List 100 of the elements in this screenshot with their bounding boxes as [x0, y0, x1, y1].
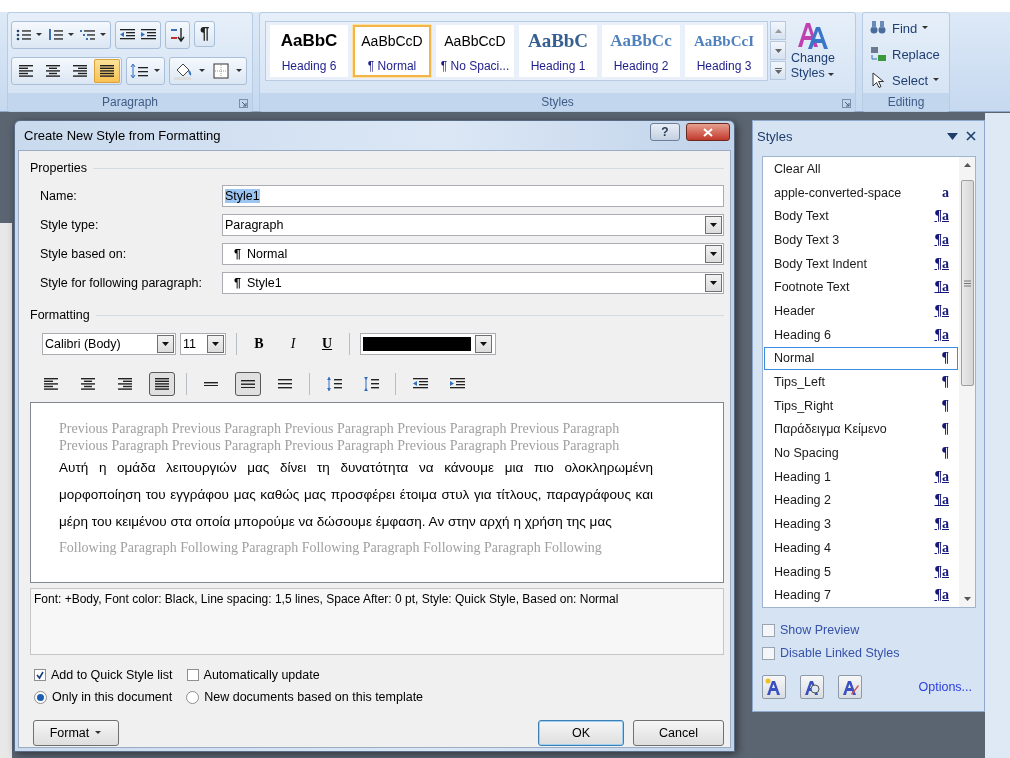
- style-list-item[interactable]: Normal ¶: [764, 346, 958, 371]
- gallery-more-button[interactable]: [770, 61, 786, 80]
- group-label: Paragraph: [101, 95, 158, 109]
- style-type-dropdown[interactable]: Paragraph: [222, 214, 724, 236]
- select-button[interactable]: Select: [869, 69, 941, 91]
- style-list-item[interactable]: Παράδειγμα Κείμενο ¶: [764, 417, 958, 442]
- more-icon: [774, 67, 782, 74]
- paint-bucket-icon[interactable]: [173, 62, 193, 80]
- checkbox[interactable]: Show Preview: [762, 620, 976, 640]
- italic-button[interactable]: I: [281, 333, 305, 355]
- dropdown-icon[interactable]: [947, 132, 958, 140]
- down-arrow-icon: [774, 48, 782, 53]
- ok-button[interactable]: OK: [538, 720, 624, 746]
- close-icon[interactable]: [966, 131, 976, 141]
- format-button[interactable]: Format: [33, 720, 119, 746]
- style-inspector-icon: [803, 678, 821, 696]
- style-dropdown[interactable]: ¶ Style1: [222, 272, 724, 294]
- style-list-item[interactable]: Body Text Indent ¶a: [764, 251, 958, 276]
- options-link[interactable]: Options...: [918, 680, 972, 694]
- new-style-button[interactable]: [762, 675, 786, 699]
- group-label: Editing: [887, 95, 925, 109]
- style-list-item[interactable]: Tips_Left ¶: [764, 370, 958, 394]
- scrollbar[interactable]: [959, 157, 975, 607]
- caret-icon: [236, 69, 243, 73]
- gallery-up-button[interactable]: [770, 21, 786, 40]
- change-styles-button[interactable]: Change Styles: [786, 19, 840, 93]
- style-gallery-item[interactable]: AaBbCcD ¶ Normal: [353, 25, 431, 77]
- show-marks-button[interactable]: ¶: [194, 21, 216, 47]
- font-color-dropdown[interactable]: [360, 333, 496, 355]
- underline-button[interactable]: U: [315, 333, 339, 355]
- style-list-item[interactable]: Heading 5 ¶a: [764, 559, 958, 584]
- style-list-item[interactable]: No Spacing ¶: [764, 441, 958, 465]
- style-list-item[interactable]: Header ¶a: [764, 299, 958, 323]
- style-type-marker: ¶a: [934, 326, 949, 343]
- field-label: Name:: [40, 189, 78, 203]
- style-name: Heading 5: [774, 564, 832, 579]
- align-center-icon: [45, 63, 61, 79]
- style-gallery-item[interactable]: AaBbCcD ¶ No Spaci...: [436, 25, 514, 77]
- align-justify-button[interactable]: [94, 59, 120, 83]
- line-spacing-icon[interactable]: [130, 63, 150, 79]
- dropdown-button[interactable]: [475, 335, 492, 353]
- radio-button[interactable]: New documents based on this template: [186, 690, 424, 704]
- style-list-item[interactable]: Heading 4 ¶a: [764, 536, 958, 560]
- style-list-item[interactable]: Body Text ¶a: [764, 204, 958, 229]
- style-gallery-item[interactable]: AaBbCc Heading 2: [602, 25, 680, 77]
- style-list-item[interactable]: Heading 6 ¶a: [764, 322, 958, 347]
- check-icon: [35, 670, 45, 680]
- close-button[interactable]: [686, 123, 730, 141]
- gallery-down-button[interactable]: [770, 41, 786, 60]
- style-inspector-button[interactable]: [800, 675, 824, 699]
- bold-button[interactable]: B: [247, 333, 271, 355]
- cancel-button[interactable]: Cancel: [633, 720, 724, 746]
- checkbox[interactable]: Disable Linked Styles: [762, 643, 976, 663]
- numbering-icon[interactable]: [47, 27, 64, 43]
- style-list-item[interactable]: Heading 2 ¶a: [764, 488, 958, 513]
- style-list-item[interactable]: apple-converted-space a: [764, 180, 958, 205]
- style-list-item[interactable]: Footnote Text ¶a: [764, 275, 958, 300]
- dropdown-button[interactable]: [705, 274, 722, 292]
- style-list-item[interactable]: Heading 1 ¶a: [764, 464, 958, 489]
- style-gallery-item[interactable]: AaBbCcI Heading 3: [685, 25, 763, 77]
- style-name: No Spacing: [774, 446, 840, 461]
- font-dropdown[interactable]: Calibri (Body): [42, 333, 176, 355]
- dialog-launcher-icon[interactable]: [842, 99, 851, 108]
- line-spacing-button[interactable]: [235, 372, 261, 396]
- manage-styles-button[interactable]: [838, 675, 862, 699]
- style-list-item[interactable]: Heading 7 ¶a: [764, 583, 958, 608]
- style-list-item[interactable]: Tips_Right ¶: [764, 393, 958, 418]
- dropdown-button[interactable]: [157, 335, 174, 353]
- style-name: Body Text 3: [774, 232, 841, 247]
- name-field[interactable]: Style1: [222, 185, 724, 207]
- dropdown-button[interactable]: [207, 335, 224, 353]
- font-size-dropdown[interactable]: 11: [180, 333, 226, 355]
- help-button[interactable]: ?: [650, 123, 680, 141]
- sort-icon[interactable]: [169, 27, 186, 43]
- style-list-item[interactable]: Heading 3 ¶a: [764, 512, 958, 536]
- style-type-marker: ¶a: [934, 468, 949, 485]
- multilevel-list-icon[interactable]: [79, 27, 96, 43]
- field-label: Style type:: [40, 218, 100, 232]
- style-list-item[interactable]: Body Text 3 ¶a: [764, 228, 958, 252]
- borders-icon[interactable]: [212, 62, 230, 80]
- style-name: Footnote Text: [774, 280, 851, 295]
- following-paragraph-text: Following Paragraph Following Paragraph Following Paragraph Following Paragraph Following: [59, 539, 603, 556]
- align-justify-button[interactable]: [149, 372, 175, 396]
- replace-button[interactable]: Replace: [869, 43, 941, 65]
- radio-button[interactable]: Only in this document: [34, 690, 173, 704]
- checkbox[interactable]: Add to Quick Style list: [34, 668, 173, 682]
- dropdown-button[interactable]: [705, 245, 722, 263]
- style-gallery-item[interactable]: AaBbC Heading 6: [270, 25, 348, 77]
- style-dropdown[interactable]: ¶ Normal: [222, 243, 724, 265]
- find-button[interactable]: Find: [869, 17, 941, 39]
- style-name: Clear All: [774, 161, 822, 176]
- style-name: Heading 1: [774, 469, 832, 484]
- dropdown-button[interactable]: [705, 216, 722, 234]
- style-gallery-item[interactable]: AaBbC Heading 1: [519, 25, 597, 77]
- dialog-launcher-icon[interactable]: [239, 99, 248, 108]
- style-list-item[interactable]: Clear All: [764, 157, 958, 181]
- caret-icon: [710, 281, 717, 285]
- caret-icon: [828, 73, 836, 77]
- bullets-icon[interactable]: [15, 27, 32, 43]
- checkbox[interactable]: Automatically update: [186, 668, 320, 682]
